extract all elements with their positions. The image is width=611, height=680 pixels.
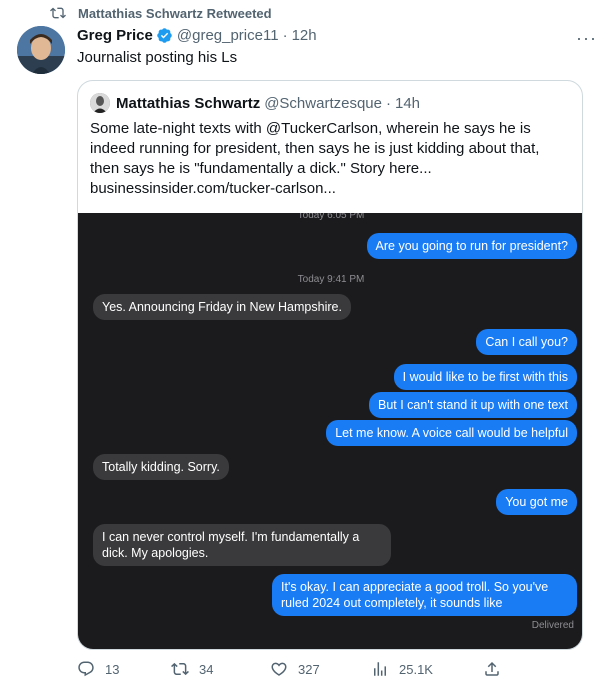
retweet-button[interactable]: 34 (171, 660, 213, 678)
reply-icon (78, 661, 94, 677)
tweet-header: Greg Price @greg_price11 · 12h (77, 27, 591, 44)
retweet-label: Mattathias Schwartz Retweeted (78, 5, 272, 21)
delivered-status: Delivered (531, 620, 574, 631)
retweet-icon (50, 7, 66, 19)
retweet-icon (171, 662, 189, 676)
message-bubble-sent: Can I call you? (476, 329, 577, 355)
message-bubble-sent: It's okay. I can appreciate a good troll… (272, 574, 577, 616)
like-count: 327 (298, 661, 320, 677)
quote-author-handle: @Schwartzesque (264, 94, 382, 112)
like-button[interactable]: 327 (270, 660, 320, 678)
quote-header: Mattathias Schwartz @Schwartzesque · 14h (90, 93, 420, 113)
heart-icon (271, 662, 287, 676)
author-name[interactable]: Greg Price (77, 27, 153, 44)
message-bubble-sent: Are you going to run for president? (366, 233, 577, 259)
more-options-icon[interactable]: ··· (576, 28, 597, 49)
message-timestamp: Today 9:41 PM (297, 274, 365, 285)
message-bubble-received: Totally kidding. Sorry. (93, 454, 229, 480)
quote-author-name: Mattathias Schwartz (116, 94, 261, 112)
quote-text: Some late-night texts with @TuckerCarlso… (90, 120, 540, 197)
retweet-indicator[interactable]: Mattathias Schwartz Retweeted (50, 5, 272, 21)
retweet-count: 34 (199, 661, 214, 677)
share-icon (485, 661, 499, 676)
views-chart-icon (374, 662, 386, 676)
reply-button[interactable]: 13 (77, 660, 119, 678)
views-button[interactable]: 25.1K (371, 660, 433, 678)
verified-badge-icon[interactable] (156, 27, 173, 44)
quote-time: 14h (394, 94, 421, 112)
tweet-text: Journalist posting his Ls (77, 49, 238, 66)
tweet-time[interactable]: 12h (292, 27, 317, 44)
message-bubble-sent: I would like to be first with this (393, 364, 577, 390)
separator-dot: · (385, 94, 391, 112)
share-button[interactable] (483, 660, 511, 678)
tweet-actions: 13 34 327 25.1K (77, 660, 577, 680)
message-bubble-sent: You got me (496, 489, 577, 515)
message-bubble-received: I can never control myself. I'm fundamen… (93, 524, 391, 566)
views-count: 25.1K (399, 661, 433, 677)
author-avatar[interactable] (17, 26, 65, 74)
separator-dot: · (282, 27, 288, 44)
author-handle[interactable]: @greg_price11 (177, 27, 279, 44)
message-timestamp: Today 6:05 PM (297, 213, 365, 221)
message-bubble-received: Yes. Announcing Friday in New Hampshire. (93, 294, 351, 320)
message-screenshot[interactable]: Today 6:05 PM Are you going to run for p… (78, 213, 582, 649)
reply-count: 13 (105, 661, 120, 677)
quote-avatar (90, 93, 110, 113)
quoted-tweet[interactable]: Mattathias Schwartz @Schwartzesque · 14h… (77, 80, 583, 650)
message-bubble-sent: Let me know. A voice call would be helpf… (326, 420, 577, 446)
message-bubble-sent: But I can't stand it up with one text (369, 392, 577, 418)
